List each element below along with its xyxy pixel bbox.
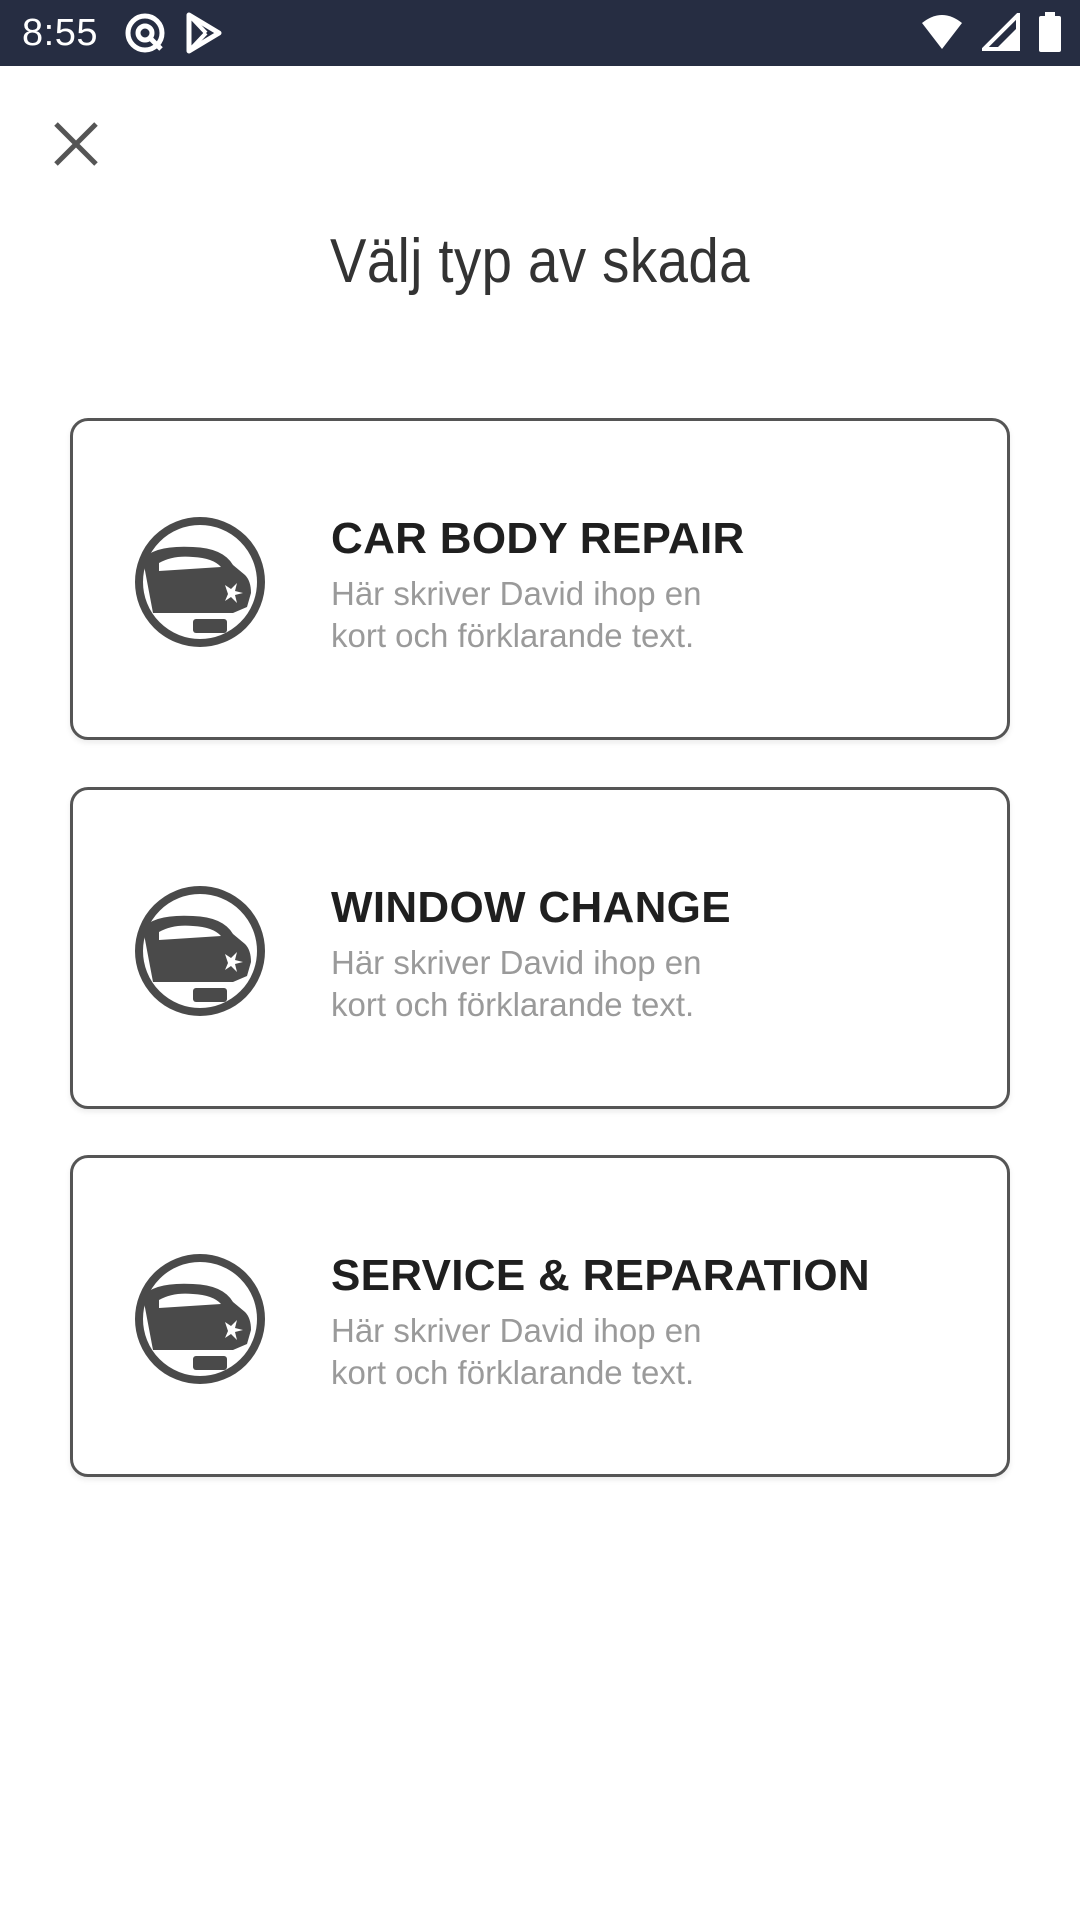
damage-type-card-window-change[interactable]: WINDOW CHANGE Här skriver David ihop en … bbox=[70, 787, 1010, 1109]
wifi-icon bbox=[920, 13, 964, 51]
car-icon bbox=[133, 1252, 267, 1386]
card-title: SERVICE & REPARATION bbox=[331, 1251, 870, 1300]
status-bar: 8:55 bbox=[0, 0, 1080, 66]
card-title: WINDOW CHANGE bbox=[331, 883, 731, 932]
close-icon bbox=[54, 122, 98, 166]
damage-type-card-car-body-repair[interactable]: CAR BODY REPAIR Här skriver David ihop e… bbox=[70, 418, 1010, 740]
car-icon bbox=[133, 515, 267, 649]
signal-icon bbox=[982, 13, 1020, 51]
play-store-icon bbox=[186, 12, 222, 54]
page-title: Välj typ av skada bbox=[330, 227, 750, 296]
card-description: Här skriver David ihop en kort och förkl… bbox=[331, 575, 702, 654]
battery-icon bbox=[1038, 12, 1062, 52]
status-time: 8:55 bbox=[22, 11, 98, 54]
card-title: CAR BODY REPAIR bbox=[331, 514, 745, 563]
close-button[interactable] bbox=[44, 112, 108, 176]
card-description: Här skriver David ihop en kort och förkl… bbox=[331, 944, 702, 1023]
at-sign-icon bbox=[124, 12, 166, 54]
card-description: Här skriver David ihop en kort och förkl… bbox=[331, 1312, 702, 1391]
car-icon bbox=[133, 884, 267, 1018]
damage-type-card-service-reparation[interactable]: SERVICE & REPARATION Här skriver David i… bbox=[70, 1155, 1010, 1477]
